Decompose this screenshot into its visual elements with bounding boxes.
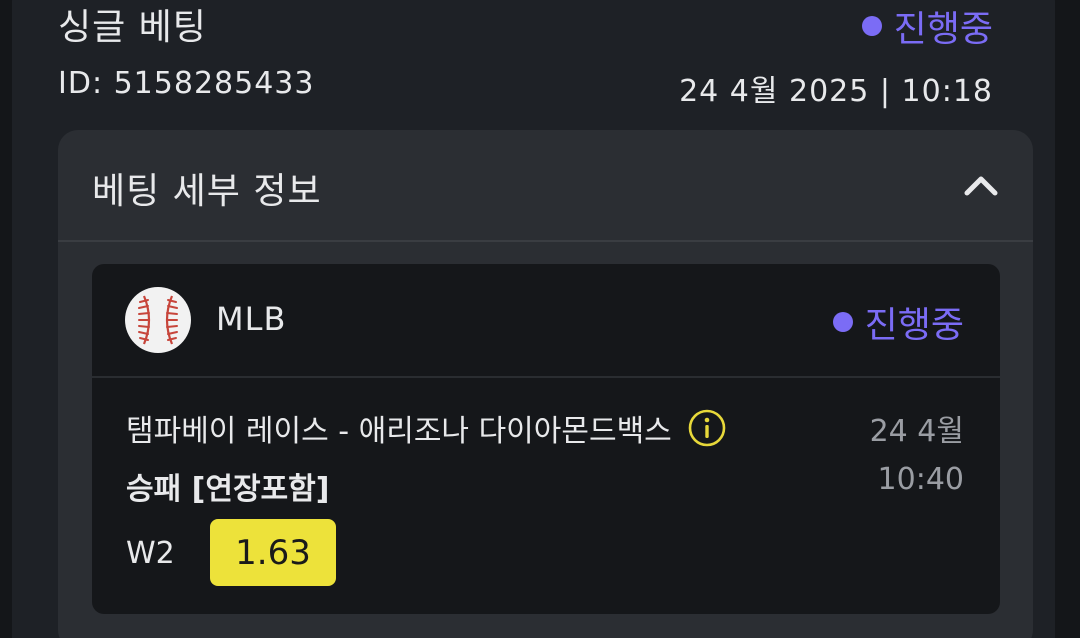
chevron-up-icon[interactable] <box>959 164 1003 208</box>
bet-details-panel: 베팅 세부 정보 MLB 진행중 탬파베이 레이스 - 애리조나 다이아몬드백스… <box>58 130 1033 638</box>
match-name-row: 탬파베이 레이스 - 애리조나 다이아몬드백스 <box>126 406 726 450</box>
bet-type-title: 싱글 베팅 <box>58 7 207 48</box>
event-status-label: 진행중 <box>864 305 964 346</box>
info-icon[interactable] <box>688 409 726 447</box>
bet-status: 진행중 <box>861 0 993 52</box>
market-name: 승패 [연장포함] <box>126 472 330 507</box>
event-card: MLB 진행중 탬파베이 레이스 - 애리조나 다이아몬드백스 승패 [연장포함… <box>92 264 1000 614</box>
event-header: MLB 진행중 <box>92 264 1000 378</box>
status-dot-icon <box>861 16 882 36</box>
status-dot-icon <box>832 312 853 332</box>
match-name: 탬파베이 레이스 - 애리조나 다이아몬드백스 <box>126 414 672 449</box>
event-time: 10:40 <box>877 462 964 497</box>
baseball-icon <box>125 287 191 353</box>
pick-label: W2 <box>126 536 175 571</box>
bet-details-header[interactable]: 베팅 세부 정보 <box>58 130 1033 242</box>
bet-details-title: 베팅 세부 정보 <box>92 171 322 212</box>
bet-status-label: 진행중 <box>893 9 993 50</box>
bet-datetime: 24 4월 2025 | 10:18 <box>679 74 993 109</box>
event-date: 24 4월 <box>869 414 964 449</box>
bet-history-screen: 싱글 베팅 진행중 ID: 5158285433 24 4월 2025 | 10… <box>0 0 1080 638</box>
event-status: 진행중 <box>832 296 964 348</box>
bet-card: 싱글 베팅 진행중 ID: 5158285433 24 4월 2025 | 10… <box>12 0 1055 638</box>
league-name: MLB <box>216 300 287 338</box>
bet-id: ID: 5158285433 <box>58 66 315 101</box>
odds-badge[interactable]: 1.63 <box>210 519 336 586</box>
